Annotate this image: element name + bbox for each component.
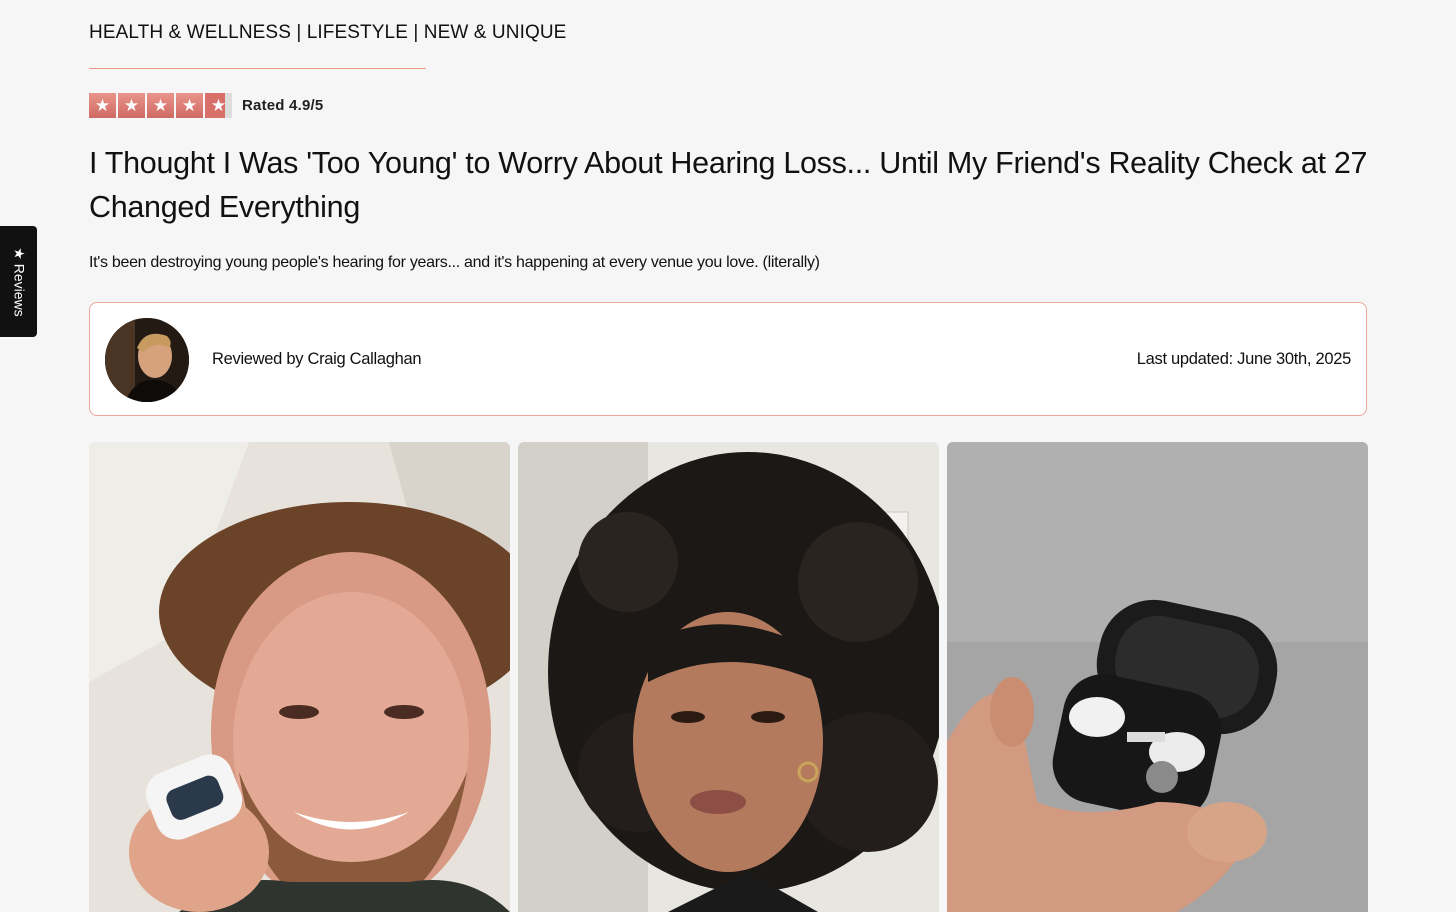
rating-row: ★ ★ ★ ★ ★ Rated 4.9/5	[89, 93, 323, 118]
star-icon: ★	[89, 93, 116, 118]
category-breadcrumb: HEALTH & WELLNESS | LIFESTYLE | NEW & UN…	[89, 22, 567, 43]
star-rating: ★ ★ ★ ★ ★	[89, 93, 232, 118]
reviews-tab-label: Reviews	[11, 263, 27, 317]
star-icon: ★	[118, 93, 145, 118]
photo-woman-curly-hair	[518, 442, 939, 912]
reviewed-by-text: Reviewed by Craig Callaghan	[212, 350, 422, 368]
star-icon: ★	[147, 93, 174, 118]
rating-label: Rated 4.9/5	[242, 97, 324, 114]
article-page: HEALTH & WELLNESS | LIFESTYLE | NEW & UN…	[0, 0, 1456, 912]
article-headline: I Thought I Was 'Too Young' to Worry Abo…	[89, 146, 1368, 224]
last-updated-text: Last updated: June 30th, 2025	[1136, 350, 1352, 368]
reviews-tab-content: ★ Reviews	[10, 247, 27, 316]
star-icon: ★	[11, 246, 27, 260]
article-subheadline: It's been destroying young people's hear…	[89, 254, 820, 271]
star-icon: ★	[176, 93, 203, 118]
reviews-side-tab[interactable]: ★ Reviews	[0, 226, 37, 337]
photo-gallery	[89, 442, 1368, 912]
photo-man-with-earbuds	[89, 442, 510, 912]
reviewer-card: Reviewed by Craig Callaghan Last updated…	[89, 302, 1367, 416]
star-icon: ★	[205, 93, 232, 118]
avatar	[105, 318, 189, 402]
photo-earbuds-case	[947, 442, 1368, 912]
category-divider	[89, 68, 426, 69]
reviewer-photo	[105, 318, 189, 402]
